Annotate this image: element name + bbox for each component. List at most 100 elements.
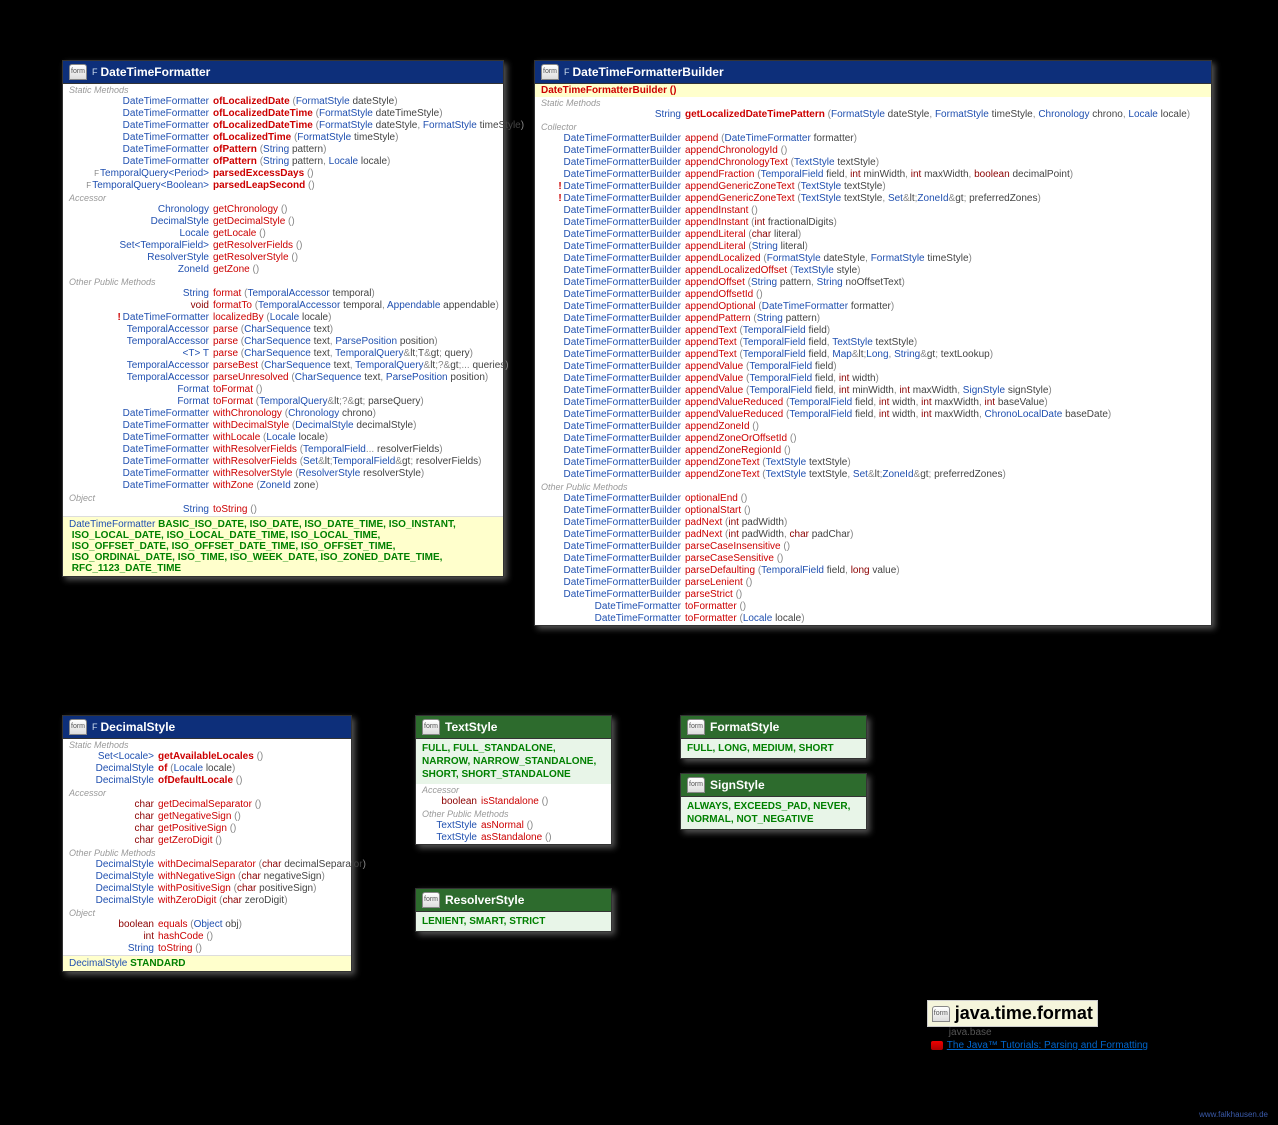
final-marker: F: [564, 67, 570, 77]
method-row: DateTimeFormatterBuilderpadNext (int pad…: [535, 529, 1211, 541]
method-row: Stringformat (TemporalAccessor temporal): [63, 288, 503, 300]
method-row: DateTimeFormattertoFormatter (): [535, 601, 1211, 613]
section-other: Other Public Methods: [63, 276, 503, 288]
method-row: DateTimeFormatterwithDecimalStyle (Decim…: [63, 420, 503, 432]
method-row: DateTimeFormatterBuilderappendPattern (S…: [535, 313, 1211, 325]
enum-title: SignStyle: [710, 778, 765, 792]
class-title: DecimalStyle: [101, 720, 176, 734]
method-row: DateTimeFormatterBuilderappendLiteral (c…: [535, 229, 1211, 241]
method-row: DateTimeFormatterBuilderpadNext (int pad…: [535, 517, 1211, 529]
class-icon: form: [69, 719, 87, 735]
section-other: Other Public Methods: [535, 481, 1211, 493]
method-row: StringgetLocalizedDateTimePattern (Forma…: [535, 109, 1211, 121]
method-row: DateTimeFormatterofLocalizedDateTime (Fo…: [63, 108, 503, 120]
method-row: DateTimeFormatterwithResolverFields (Tem…: [63, 444, 503, 456]
enum-icon: form: [687, 777, 705, 793]
enum-icon: form: [422, 892, 440, 908]
final-marker: F: [92, 722, 98, 732]
method-row: DateTimeFormatterofLocalizedDateTime (Fo…: [63, 120, 503, 132]
method-row: FTemporalQuery<Boolean>parsedLeapSecond …: [63, 180, 503, 192]
method-row: DateTimeFormatterBuilderappendZoneId (): [535, 421, 1211, 433]
enum-signstyle: form SignStyle ALWAYS, EXCEEDS_PAD, NEVE…: [680, 773, 867, 830]
method-row: DateTimeFormatterBuilderappendOffset (St…: [535, 277, 1211, 289]
method-row: DateTimeFormatterBuilderappendOffsetId (…: [535, 289, 1211, 301]
section-static: Static Methods: [63, 739, 351, 751]
method-row: !DateTimeFormatterBuilderappendGenericZo…: [535, 181, 1211, 193]
method-row: voidformatTo (TemporalAccessor temporal,…: [63, 300, 503, 312]
method-row: DateTimeFormatterBuilderparseCaseSensiti…: [535, 553, 1211, 565]
method-row: DateTimeFormatterBuilderappendLocalizedO…: [535, 265, 1211, 277]
method-row: DateTimeFormatterBuilderappendZoneText (…: [535, 469, 1211, 481]
method-row: DateTimeFormattertoFormatter (Locale loc…: [535, 613, 1211, 625]
final-marker: F: [92, 67, 98, 77]
section-other: Other Public Methods: [416, 808, 611, 820]
enum-title: ResolverStyle: [445, 893, 524, 907]
method-row: DateTimeFormatterwithLocale (Locale loca…: [63, 432, 503, 444]
class-icon: form: [541, 64, 559, 80]
class-datetimeformatter: form F DateTimeFormatter Static Methods …: [62, 60, 504, 577]
method-row: DateTimeFormatterBuilderparseCaseInsensi…: [535, 541, 1211, 553]
method-row: DateTimeFormatterBuilderparseLenient (): [535, 577, 1211, 589]
constructor-row: DateTimeFormatterBuilder (): [535, 84, 1211, 97]
class-header: form F DateTimeFormatterBuilder: [535, 61, 1211, 84]
enum-formatstyle: form FormatStyle FULL, LONG, MEDIUM, SHO…: [680, 715, 867, 759]
enum-values: LENIENT, SMART, STRICT: [416, 912, 611, 931]
constants-row: DateTimeFormatter BASIC_ISO_DATE, ISO_DA…: [63, 516, 503, 576]
method-row: ZoneIdgetZone (): [63, 264, 503, 276]
method-row: DateTimeFormatterBuilderappendZoneOrOffs…: [535, 433, 1211, 445]
method-row: DateTimeFormatterwithZone (ZoneId zone): [63, 480, 503, 492]
section-static: Static Methods: [535, 97, 1211, 109]
method-row: DateTimeFormatterBuilderappendZoneRegion…: [535, 445, 1211, 457]
method-row: DateTimeFormatterofPattern (String patte…: [63, 156, 503, 168]
enum-icon: form: [422, 719, 440, 735]
method-row: DateTimeFormatterBuilderappendZoneText (…: [535, 457, 1211, 469]
class-title: DateTimeFormatterBuilder: [573, 65, 724, 79]
method-row: DateTimeFormatterofPattern (String patte…: [63, 144, 503, 156]
method-row: chargetZeroDigit (): [63, 835, 351, 847]
method-row: DecimalStyleof (Locale locale): [63, 763, 351, 775]
method-row: DateTimeFormatterBuilderappendChronology…: [535, 145, 1211, 157]
method-row: DateTimeFormatterBuilderoptionalStart (): [535, 505, 1211, 517]
method-row: booleanisStandalone (): [416, 796, 611, 808]
method-row: DateTimeFormatterwithResolverFields (Set…: [63, 456, 503, 468]
method-row: Set<TemporalField>getResolverFields (): [63, 240, 503, 252]
method-row: chargetPositiveSign (): [63, 823, 351, 835]
method-row: DateTimeFormatterBuilderappendFraction (…: [535, 169, 1211, 181]
method-row: TemporalAccessorparseBest (CharSequence …: [63, 360, 503, 372]
enum-header: form SignStyle: [681, 774, 866, 797]
method-row: DateTimeFormatterBuilderappendLiteral (S…: [535, 241, 1211, 253]
method-row: DecimalStylegetDecimalStyle (): [63, 216, 503, 228]
enum-header: form FormatStyle: [681, 716, 866, 739]
method-row: ChronologygetChronology (): [63, 204, 503, 216]
method-row: chargetNegativeSign (): [63, 811, 351, 823]
class-header: form F DateTimeFormatter: [63, 61, 503, 84]
method-row: StringtoString (): [63, 504, 503, 516]
section-object: Object: [63, 907, 351, 919]
enum-values: ALWAYS, EXCEEDS_PAD, NEVER, NORMAL, NOT_…: [681, 797, 866, 829]
method-row: DateTimeFormatterBuilderappendText (Temp…: [535, 325, 1211, 337]
tutorial-link[interactable]: The Java™ Tutorials: Parsing and Formatt…: [927, 1040, 1148, 1051]
enum-icon: form: [687, 719, 705, 735]
package-module: java.base: [927, 1027, 1148, 1038]
section-other: Other Public Methods: [63, 847, 351, 859]
method-row: DateTimeFormatterBuilderappendOptional (…: [535, 301, 1211, 313]
method-row: DateTimeFormatterBuilderappendValueReduc…: [535, 397, 1211, 409]
method-row: DateTimeFormatterofLocalizedTime (Format…: [63, 132, 503, 144]
constants-row: DecimalStyle STANDARD: [63, 955, 351, 971]
constructor: DateTimeFormatterBuilder (): [541, 85, 676, 96]
method-row: FTemporalQuery<Period>parsedExcessDays (…: [63, 168, 503, 180]
method-row: DateTimeFormatterBuilderappendInstant (): [535, 205, 1211, 217]
enum-header: form ResolverStyle: [416, 889, 611, 912]
method-row: DateTimeFormatterBuilderappendValue (Tem…: [535, 361, 1211, 373]
method-row: DateTimeFormatterwithResolverStyle (Reso…: [63, 468, 503, 480]
method-row: DateTimeFormatterBuilderappendValue (Tem…: [535, 385, 1211, 397]
method-row: TemporalAccessorparse (CharSequence text…: [63, 324, 503, 336]
method-row: TemporalAccessorparseUnresolved (CharSeq…: [63, 372, 503, 384]
constants-values: STANDARD: [130, 958, 185, 969]
section-collector: Collector: [535, 121, 1211, 133]
enum-title: TextStyle: [445, 720, 497, 734]
section-static: Static Methods: [63, 84, 503, 96]
class-datetimeformatterbuilder: form F DateTimeFormatterBuilder DateTime…: [534, 60, 1212, 626]
class-decimalstyle: form F DecimalStyle Static Methods Set<L…: [62, 715, 352, 972]
class-title: DateTimeFormatter: [101, 65, 211, 79]
